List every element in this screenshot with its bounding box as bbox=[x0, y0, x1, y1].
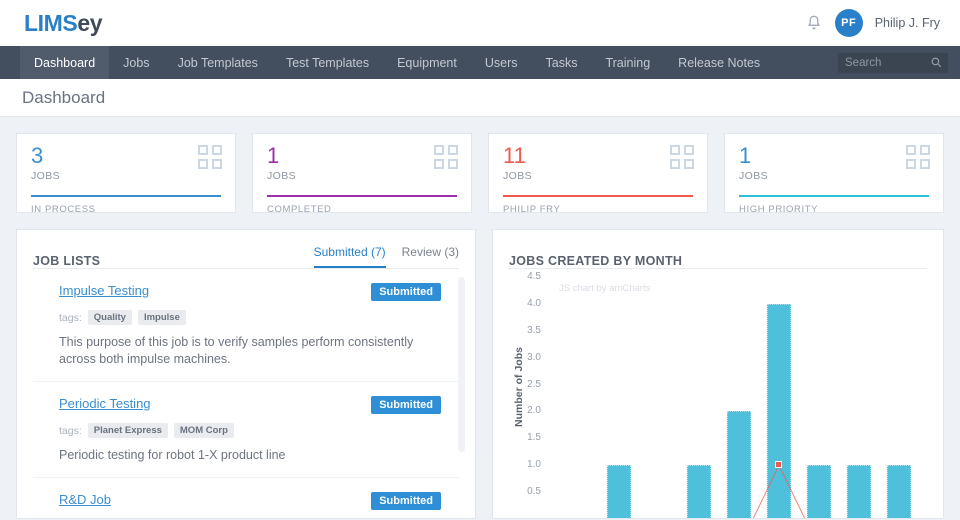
chart-y-tick: 3.5 bbox=[527, 324, 541, 336]
status-badge: Submitted bbox=[371, 492, 441, 510]
list-item[interactable]: Impulse Testing Submitted tags: Quality … bbox=[33, 269, 459, 382]
chart-y-tick: 1.5 bbox=[527, 432, 541, 444]
status-badge: Submitted bbox=[371, 283, 441, 301]
top-bar: LIMSey PF Philip J. Fry bbox=[0, 0, 960, 46]
stat-card-in-process[interactable]: 3 JOBS IN PROCESS bbox=[16, 133, 236, 215]
job-name-link[interactable]: Impulse Testing bbox=[59, 283, 149, 298]
avatar[interactable]: PF bbox=[834, 9, 863, 37]
nav-item-dashboard[interactable]: Dashboard bbox=[20, 46, 110, 79]
tags-label: tags: bbox=[59, 424, 82, 437]
list-item[interactable]: R&D Job Submitted tags: amy wong bbox=[33, 478, 459, 518]
tag[interactable]: MOM Corp bbox=[173, 423, 234, 438]
nav-item-release-notes[interactable]: Release Notes bbox=[664, 46, 774, 79]
chart-area: JS chart by amCharts Number of Jobs 4.5 4… bbox=[493, 269, 943, 518]
nav-item-equipment[interactable]: Equipment bbox=[383, 46, 471, 79]
stat-card-bar bbox=[267, 195, 457, 197]
stat-card-label: PHILIP FRY bbox=[503, 204, 561, 215]
panels-row: JOB LISTS Submitted (7) Review (3) Impul… bbox=[0, 213, 960, 520]
stat-card-high-priority[interactable]: 1 JOBS HIGH PRIORITY bbox=[724, 133, 944, 215]
stat-card-number: 1 bbox=[739, 143, 752, 168]
job-lists-title: JOB LISTS bbox=[33, 254, 101, 268]
scrollbar[interactable] bbox=[458, 277, 465, 452]
nav-item-job-templates[interactable]: Job Templates bbox=[164, 46, 272, 79]
grid-icon[interactable] bbox=[906, 145, 930, 169]
stat-card-unit: JOBS bbox=[739, 170, 769, 182]
grid-icon[interactable] bbox=[670, 145, 694, 169]
chart-trend-line bbox=[752, 464, 806, 518]
stat-card-label: HIGH PRIORITY bbox=[739, 204, 819, 215]
job-tags: tags: Planet Express MOM Corp bbox=[59, 423, 441, 438]
stat-card-unit: JOBS bbox=[503, 170, 533, 182]
stat-card-unit: JOBS bbox=[31, 170, 61, 182]
chart-y-tick: 4.0 bbox=[527, 297, 541, 309]
chart-y-tick: 4.5 bbox=[527, 271, 541, 282]
search-icon[interactable] bbox=[930, 56, 943, 69]
nav-item-test-templates[interactable]: Test Templates bbox=[272, 46, 383, 79]
tags-label: tags: bbox=[59, 311, 82, 324]
stat-card-bar bbox=[739, 195, 929, 197]
stat-card-label: COMPLETED bbox=[267, 204, 332, 215]
tag[interactable]: Quality bbox=[87, 310, 132, 325]
tag[interactable]: Impulse bbox=[137, 310, 186, 325]
chart-title: JOBS CREATED BY MONTH bbox=[509, 254, 683, 268]
stat-cards: 3 JOBS IN PROCESS 1 JOBS COMPLETED 11 JO… bbox=[0, 117, 960, 215]
job-tags: tags: Quality Impulse bbox=[59, 310, 441, 325]
stat-card-number: 1 bbox=[267, 143, 280, 168]
chart-header: JOBS CREATED BY MONTH bbox=[493, 230, 943, 268]
grid-icon[interactable] bbox=[198, 145, 222, 169]
nav-item-jobs[interactable]: Jobs bbox=[109, 46, 163, 79]
job-name-link[interactable]: Periodic Testing bbox=[59, 396, 151, 411]
stat-card-number: 3 bbox=[31, 143, 44, 168]
logo-text-secondary: ey bbox=[77, 9, 103, 36]
job-row-header: R&D Job Submitted bbox=[59, 492, 441, 510]
stat-card-number: 11 bbox=[503, 143, 526, 168]
job-list-scroll-area[interactable]: Impulse Testing Submitted tags: Quality … bbox=[17, 269, 475, 518]
bell-icon[interactable] bbox=[805, 14, 823, 32]
stat-card-philip-fry[interactable]: 11 JOBS PHILIP FRY bbox=[488, 133, 708, 215]
chart-y-tick: 3.0 bbox=[527, 351, 541, 363]
list-item[interactable]: Periodic Testing Submitted tags: Planet … bbox=[33, 382, 459, 478]
chart-y-tick: 2.0 bbox=[527, 405, 541, 417]
stat-card-bar bbox=[503, 195, 693, 197]
tab-submitted[interactable]: Submitted (7) bbox=[313, 245, 386, 268]
job-description: Periodic testing for robot 1-X product l… bbox=[59, 448, 286, 462]
app-logo[interactable]: LIMSey bbox=[24, 9, 103, 37]
job-row-header: Impulse Testing Submitted bbox=[59, 283, 441, 301]
chart-panel: JOBS CREATED BY MONTH JS chart by amChar… bbox=[492, 229, 944, 519]
main-nav: Dashboard Jobs Job Templates Test Templa… bbox=[0, 46, 960, 79]
job-lists-panel: JOB LISTS Submitted (7) Review (3) Impul… bbox=[16, 229, 476, 519]
tab-review[interactable]: Review (3) bbox=[402, 245, 459, 268]
nav-item-training[interactable]: Training bbox=[591, 46, 664, 79]
chart-y-tick: 1.0 bbox=[527, 459, 541, 471]
nav-item-tasks[interactable]: Tasks bbox=[532, 46, 592, 79]
chart-plot-area bbox=[559, 277, 919, 518]
job-description: This purpose of this job is to verify sa… bbox=[59, 335, 414, 366]
chart-y-tick: 0.5 bbox=[527, 486, 541, 498]
search-container bbox=[838, 52, 948, 73]
chart-data-marker[interactable] bbox=[775, 461, 782, 469]
chart-y-tick: 2.5 bbox=[527, 378, 541, 390]
grid-icon[interactable] bbox=[434, 145, 458, 169]
job-lists-tabs: Submitted (7) Review (3) bbox=[313, 245, 459, 268]
job-row-header: Periodic Testing Submitted bbox=[59, 396, 441, 414]
job-name-link[interactable]: R&D Job bbox=[59, 492, 111, 507]
job-lists-header: JOB LISTS Submitted (7) Review (3) bbox=[17, 230, 475, 268]
stat-card-bar bbox=[31, 195, 221, 197]
status-badge: Submitted bbox=[371, 396, 441, 414]
page-title: Dashboard bbox=[22, 87, 106, 107]
nav-item-users[interactable]: Users bbox=[471, 46, 532, 79]
user-name[interactable]: Philip J. Fry bbox=[875, 16, 940, 30]
tag[interactable]: Planet Express bbox=[87, 423, 168, 438]
stat-card-unit: JOBS bbox=[267, 170, 297, 182]
top-bar-right: PF Philip J. Fry bbox=[805, 9, 940, 37]
logo-text-primary: LIMS bbox=[24, 9, 78, 36]
stat-card-label: IN PROCESS bbox=[31, 204, 96, 215]
page-header: Dashboard bbox=[0, 79, 960, 117]
stat-card-completed[interactable]: 1 JOBS COMPLETED bbox=[252, 133, 472, 215]
